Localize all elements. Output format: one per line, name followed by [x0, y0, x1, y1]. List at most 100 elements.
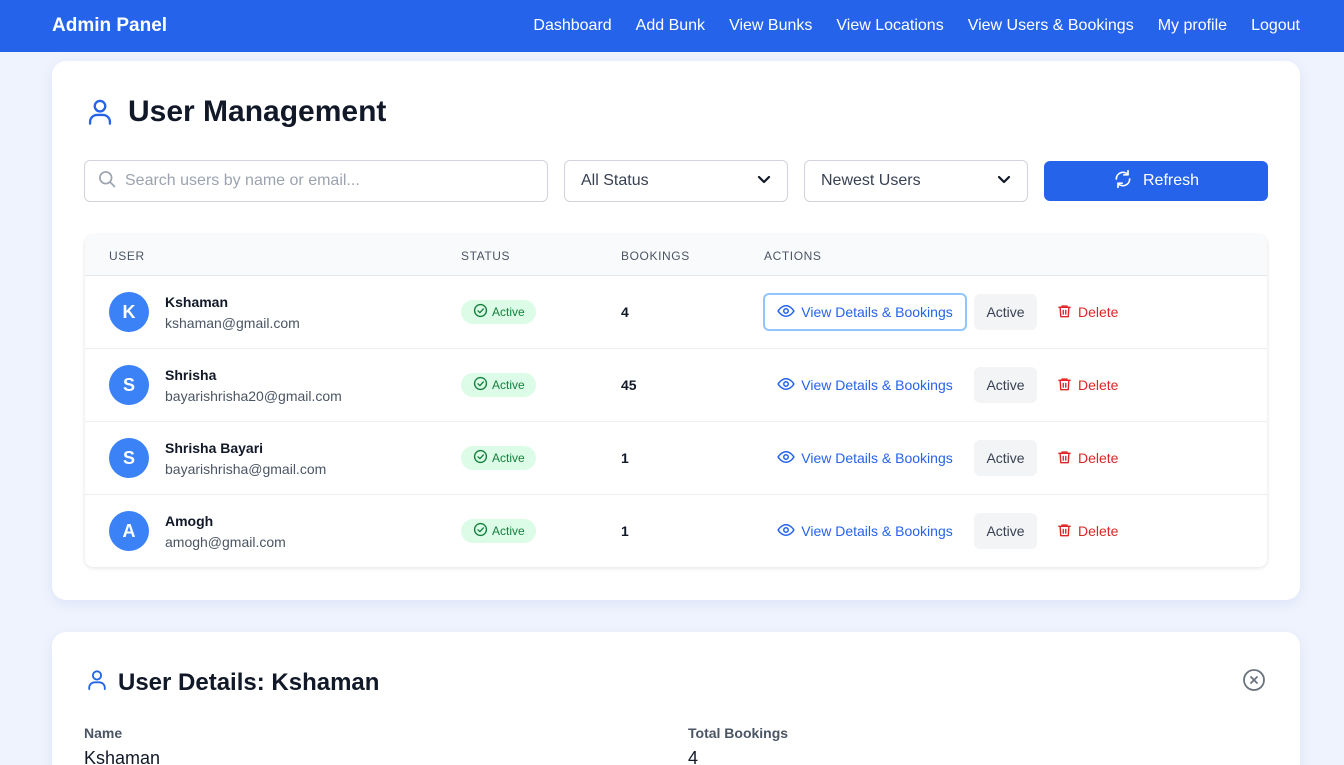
view-details-button[interactable]: View Details & Bookings	[763, 366, 967, 404]
toggle-status-button[interactable]: Active	[974, 294, 1037, 330]
delete-label: Delete	[1078, 523, 1119, 539]
column-header-status: STATUS	[461, 249, 511, 263]
status-badge-label: Active	[492, 451, 525, 465]
trash-icon	[1057, 303, 1072, 322]
user-email: bayarishrisha@gmail.com	[165, 461, 327, 477]
status-badge: Active	[461, 519, 536, 543]
toggle-status-button[interactable]: Active	[974, 513, 1037, 549]
nav-link-view-bunks[interactable]: View Bunks	[729, 17, 812, 35]
user-name: Shrisha	[165, 367, 217, 383]
user-email: kshaman@gmail.com	[165, 315, 300, 331]
bookings-count: 1	[621, 450, 629, 466]
status-badge: Active	[461, 373, 536, 397]
trash-icon	[1057, 449, 1072, 468]
eye-icon	[777, 521, 795, 542]
top-navbar: Admin Panel Dashboard Add Bunk View Bunk…	[0, 0, 1344, 52]
table-row: S Shrisha Bayari bayarishrisha@gmail.com…	[85, 422, 1267, 495]
delete-button[interactable]: Delete	[1057, 440, 1118, 476]
status-badge-label: Active	[492, 305, 525, 319]
user-details-card: User Details: Kshaman Name Kshaman Total…	[52, 632, 1300, 765]
nav-link-view-locations[interactable]: View Locations	[836, 17, 943, 35]
status-badge: Active	[461, 446, 536, 470]
view-details-label: View Details & Bookings	[801, 377, 953, 393]
delete-button[interactable]: Delete	[1057, 367, 1118, 403]
nav-link-dashboard[interactable]: Dashboard	[533, 17, 611, 35]
table-row: K Kshaman kshaman@gmail.com Active 4 Vie…	[85, 276, 1267, 349]
column-header-bookings: BOOKINGS	[621, 249, 690, 263]
check-circle-icon	[473, 449, 488, 467]
name-field-value: Kshaman	[84, 748, 161, 765]
user-icon	[86, 668, 108, 697]
status-badge-label: Active	[492, 524, 525, 538]
close-details-button[interactable]	[1242, 668, 1266, 697]
delete-label: Delete	[1078, 304, 1119, 320]
refresh-button[interactable]: Refresh	[1044, 161, 1268, 201]
delete-button[interactable]: Delete	[1057, 513, 1118, 549]
chevron-down-icon	[757, 172, 771, 190]
bookings-count: 4	[621, 304, 629, 320]
refresh-label: Refresh	[1142, 172, 1200, 189]
status-badge-label: Active	[492, 378, 525, 392]
search-box[interactable]	[84, 160, 548, 202]
trash-icon	[1057, 376, 1072, 395]
filter-toolbar: All Status Newest Users Refresh	[84, 160, 1268, 202]
trash-icon	[1057, 522, 1072, 541]
sort-value: Newest Users	[821, 172, 921, 189]
search-icon	[97, 169, 117, 194]
view-details-button[interactable]: View Details & Bookings	[763, 293, 967, 331]
delete-button[interactable]: Delete	[1057, 294, 1118, 330]
user-name: Shrisha Bayari	[165, 440, 264, 456]
brand-title[interactable]: Admin Panel	[52, 15, 167, 37]
nav-link-logout[interactable]: Logout	[1251, 17, 1300, 35]
table-row: A Amogh amogh@gmail.com Active 1 View De…	[85, 495, 1267, 567]
user-name: Kshaman	[165, 294, 229, 310]
delete-label: Delete	[1078, 450, 1119, 466]
avatar: S	[109, 365, 149, 405]
name-field-label: Name	[84, 725, 123, 741]
user-name: Amogh	[165, 513, 214, 529]
view-details-button[interactable]: View Details & Bookings	[763, 512, 967, 550]
nav-link-view-users-bookings[interactable]: View Users & Bookings	[968, 17, 1134, 35]
refresh-icon	[1113, 169, 1133, 194]
close-circle-icon	[1242, 669, 1266, 696]
avatar: S	[109, 438, 149, 478]
details-title: User Details: Kshaman	[118, 668, 380, 696]
total-bookings-value: 4	[688, 748, 699, 765]
users-table: USER STATUS BOOKINGS ACTIONS K Kshaman k…	[85, 235, 1267, 567]
view-details-label: View Details & Bookings	[801, 304, 953, 320]
column-header-user: USER	[109, 249, 145, 263]
user-email: bayarishrisha20@gmail.com	[165, 388, 342, 404]
column-header-actions: ACTIONS	[764, 249, 822, 263]
status-badge: Active	[461, 300, 536, 324]
check-circle-icon	[473, 376, 488, 394]
details-header: User Details: Kshaman	[86, 668, 379, 697]
search-input[interactable]	[125, 172, 525, 190]
chevron-down-icon	[997, 172, 1011, 190]
nav-links: Dashboard Add Bunk View Bunks View Locat…	[509, 17, 1300, 35]
check-circle-icon	[473, 522, 488, 540]
user-icon	[86, 97, 114, 127]
bookings-count: 45	[621, 377, 637, 393]
toggle-status-button[interactable]: Active	[974, 367, 1037, 403]
view-details-label: View Details & Bookings	[801, 450, 953, 466]
view-details-button[interactable]: View Details & Bookings	[763, 439, 967, 477]
check-circle-icon	[473, 303, 488, 321]
view-details-label: View Details & Bookings	[801, 523, 953, 539]
nav-link-add-bunk[interactable]: Add Bunk	[636, 17, 705, 35]
status-filter-select[interactable]: All Status	[564, 160, 788, 202]
avatar: A	[109, 511, 149, 551]
eye-icon	[777, 302, 795, 323]
delete-label: Delete	[1078, 377, 1119, 393]
status-filter-value: All Status	[581, 172, 649, 189]
sort-select[interactable]: Newest Users	[804, 160, 1028, 202]
total-bookings-label: Total Bookings	[688, 725, 789, 741]
user-email: amogh@gmail.com	[165, 534, 286, 550]
page-title: User Management	[128, 95, 387, 128]
user-management-card: User Management All Status Newest Users	[52, 61, 1300, 600]
nav-link-my-profile[interactable]: My profile	[1158, 17, 1227, 35]
table-row: S Shrisha bayarishrisha20@gmail.com Acti…	[85, 349, 1267, 422]
toggle-status-button[interactable]: Active	[974, 440, 1037, 476]
bookings-count: 1	[621, 523, 629, 539]
avatar: K	[109, 292, 149, 332]
eye-icon	[777, 375, 795, 396]
